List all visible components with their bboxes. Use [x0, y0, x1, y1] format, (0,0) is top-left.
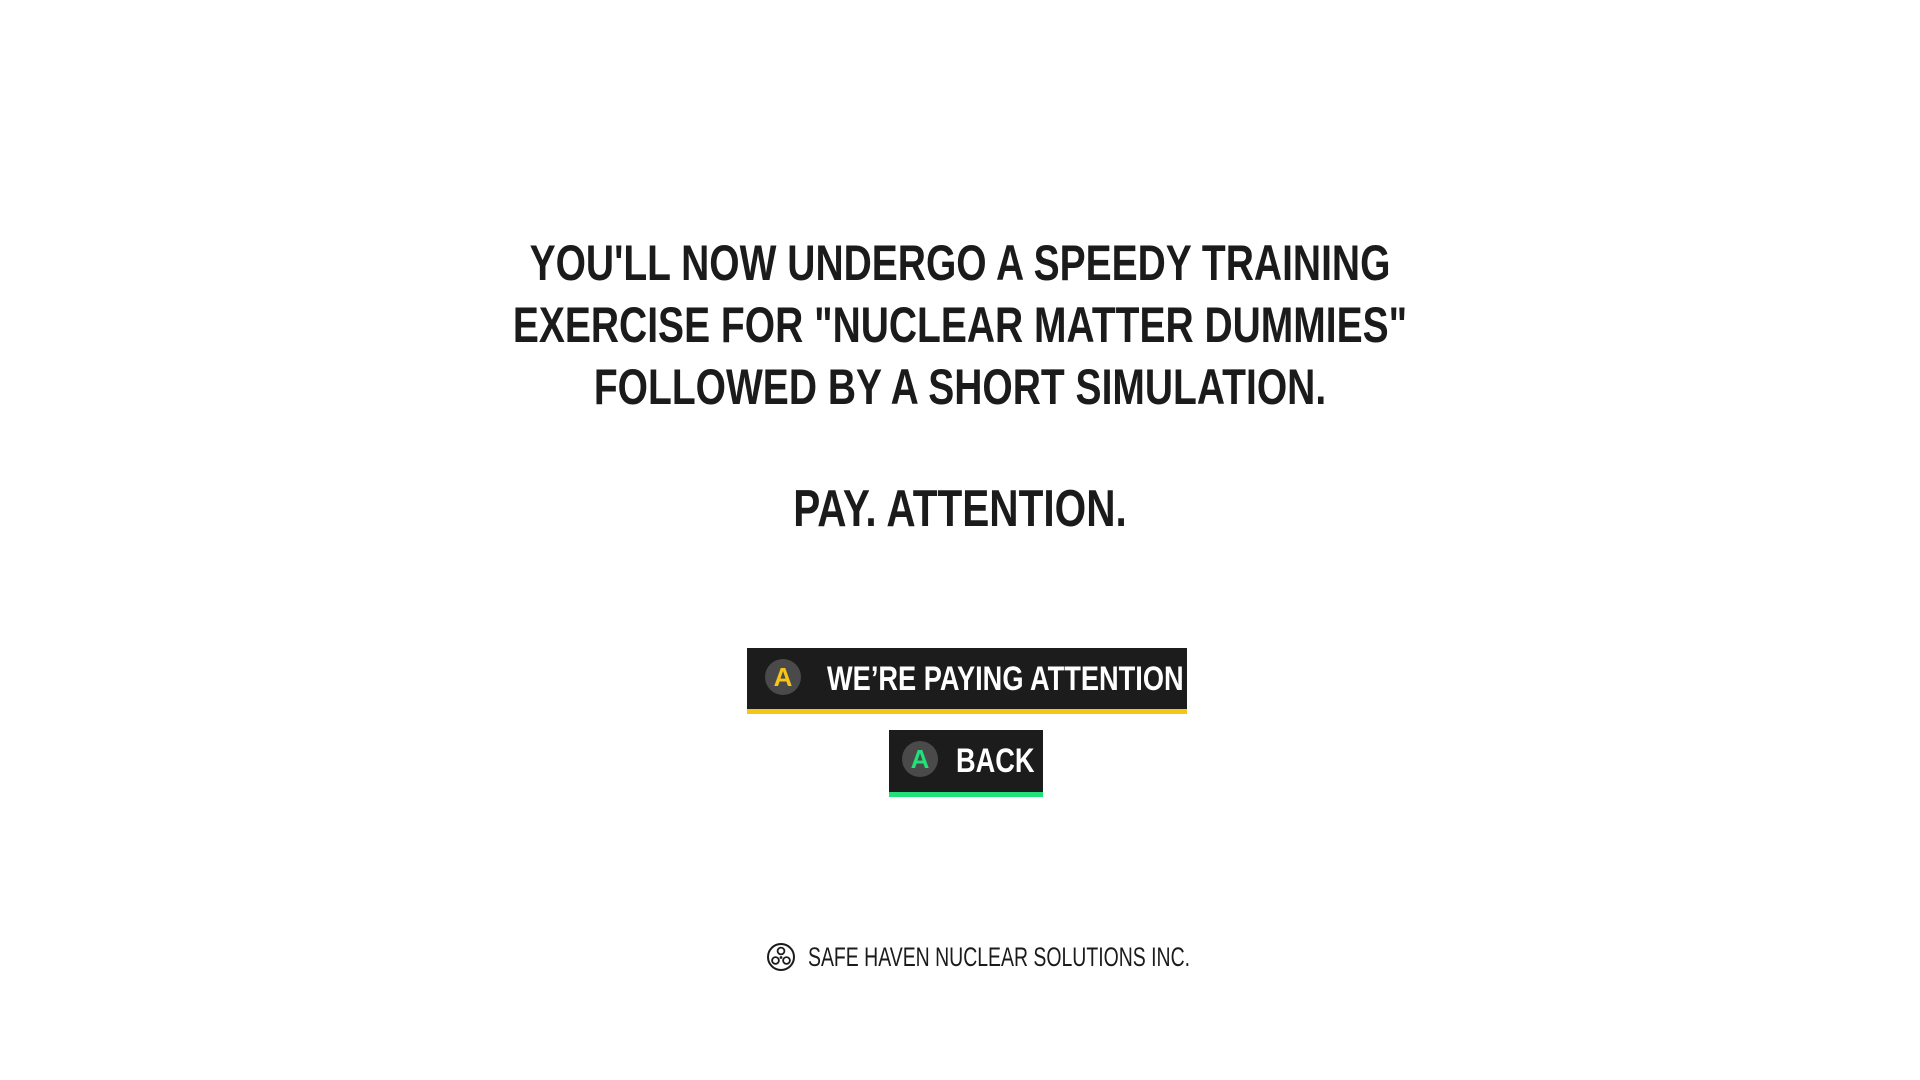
attention-warning: PAY. ATTENTION. — [793, 480, 1127, 538]
confirm-button[interactable]: A WE’RE PAYING ATTENTION — [747, 648, 1187, 714]
intro-line: YOU'LL NOW UNDERGO A SPEEDY TRAINING — [529, 235, 1391, 291]
intro-line: EXERCISE FOR "NUCLEAR MATTER DUMMIES" — [512, 297, 1408, 353]
company-footer: SAFE HAVEN NUCLEAR SOLUTIONS INC. — [766, 940, 1339, 974]
confirm-button-label: WE’RE PAYING ATTENTION — [827, 660, 1184, 698]
atom-logo-icon — [767, 943, 795, 971]
a-button-icon: A — [902, 741, 938, 777]
company-name: SAFE HAVEN NUCLEAR SOLUTIONS INC. — [808, 941, 1191, 972]
back-button[interactable]: A BACK — [889, 730, 1043, 797]
intro-message: YOU'LL NOW UNDERGO A SPEEDY TRAINING EXE… — [211, 232, 1709, 418]
training-intro-screen: YOU'LL NOW UNDERGO A SPEEDY TRAINING EXE… — [0, 0, 1920, 1080]
back-button-label: BACK — [956, 742, 1035, 780]
intro-line: FOLLOWED BY A SHORT SIMULATION. — [593, 359, 1327, 415]
a-button-icon: A — [765, 659, 801, 695]
